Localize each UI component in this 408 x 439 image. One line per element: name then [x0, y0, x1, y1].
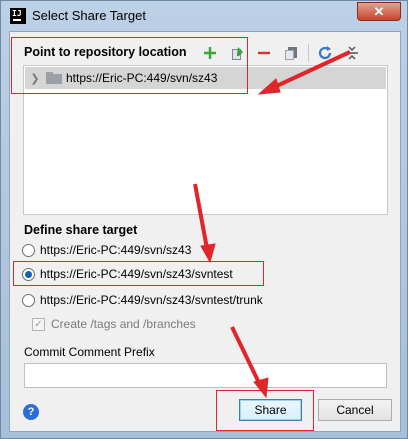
collapse-all-icon[interactable] [342, 43, 362, 63]
target-option-label: https://Eric-PC:449/svn/sz43/svntest [40, 267, 233, 281]
dialog-content: Point to repository location ❯ https://E… [9, 31, 401, 432]
help-icon[interactable]: ? [23, 404, 39, 420]
create-tags-checkbox-row[interactable]: ✓ Create /tags and /branches [32, 317, 196, 331]
share-button[interactable]: Share [239, 399, 302, 421]
target-option-label: https://Eric-PC:449/svn/sz43 [40, 243, 192, 257]
title-bar[interactable]: IJ Select Share Target ✕ [1, 1, 407, 31]
annotation-box-repository [11, 37, 248, 94]
create-tags-label: Create /tags and /branches [51, 317, 196, 331]
radio-button-selected[interactable] [22, 267, 35, 281]
target-option-1[interactable]: https://Eric-PC:449/svn/sz43 [22, 241, 191, 259]
target-option-3[interactable]: https://Eric-PC:449/svn/sz43/svntest/tru… [22, 291, 263, 309]
copy-icon[interactable] [281, 43, 301, 63]
cancel-button[interactable]: Cancel [318, 399, 392, 421]
dialog-window: IJ Select Share Target ✕ Point to reposi… [0, 0, 408, 439]
intellij-app-icon: IJ [10, 8, 26, 24]
close-button[interactable]: ✕ [357, 2, 401, 21]
refresh-icon[interactable] [315, 43, 335, 63]
radio-button[interactable] [22, 293, 35, 307]
radio-button[interactable] [22, 243, 35, 257]
toolbar-separator [308, 44, 309, 62]
share-target-section-title: Define share target [24, 223, 138, 237]
window-title: Select Share Target [32, 8, 146, 23]
commit-comment-input[interactable] [24, 363, 387, 388]
target-option-2[interactable]: https://Eric-PC:449/svn/sz43/svntest [22, 265, 233, 283]
commit-comment-label: Commit Comment Prefix [24, 345, 155, 359]
target-option-label: https://Eric-PC:449/svn/sz43/svntest/tru… [40, 293, 263, 307]
remove-icon[interactable] [254, 43, 274, 63]
create-tags-checkbox[interactable]: ✓ [32, 317, 45, 331]
